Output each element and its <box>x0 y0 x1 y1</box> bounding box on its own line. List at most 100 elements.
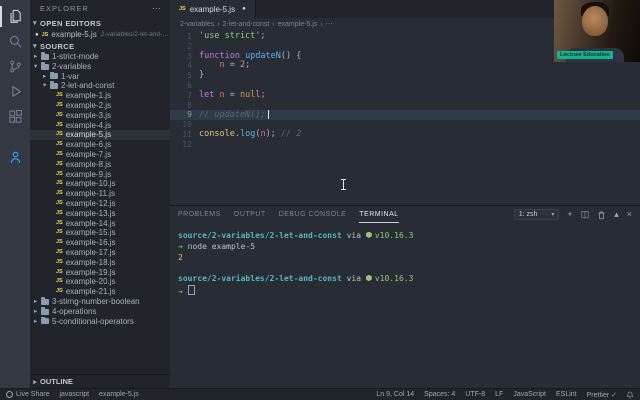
new-terminal-icon[interactable]: + <box>567 210 572 219</box>
kill-terminal-icon[interactable] <box>597 210 606 220</box>
tree-item-1-var[interactable]: ▸ 1-var <box>30 71 170 82</box>
line-number: 2 <box>187 41 192 51</box>
status-item-ln-9-col-14[interactable]: Ln 9, Col 14 <box>376 391 414 398</box>
tree-item-example-6-js[interactable]: JS example-6.js <box>30 140 170 150</box>
search-icon[interactable] <box>0 29 30 54</box>
code-token: ; <box>260 89 266 100</box>
extensions-icon[interactable] <box>0 104 30 129</box>
line-number: 8 <box>187 100 192 110</box>
status-item-live-share[interactable]: Live Share <box>6 391 49 398</box>
panel-tab-output[interactable]: OUTPUT <box>234 206 266 223</box>
close-panel-icon[interactable]: × <box>627 210 632 219</box>
tree-item-example-17-js[interactable]: JS example-17.js <box>30 248 170 258</box>
tab-example-5-js[interactable]: JS example-5.js ● <box>170 0 256 18</box>
tree-item-example-11-js[interactable]: JS example-11.js <box>30 189 170 199</box>
folder-icon <box>41 306 49 315</box>
status-item-javascript[interactable]: javascript <box>59 391 89 398</box>
status-item-prettier[interactable]: Prettier ✓ <box>587 391 617 399</box>
open-editor-filename: example-5.js <box>51 30 97 39</box>
terminal-token: v10.16.3 <box>365 274 413 283</box>
code-line[interactable]: 7 let n = null; <box>170 89 640 101</box>
js-file-icon: JS <box>56 92 63 99</box>
status-item-eslint[interactable]: ESLint <box>556 391 577 398</box>
code-line[interactable]: 5} <box>170 70 640 81</box>
breadcrumb-item-2-let-and-const[interactable]: 2-let-and-const <box>223 21 270 28</box>
more-actions-icon[interactable]: ⋯ <box>152 0 162 17</box>
panel-tab-terminal[interactable]: TERMINAL <box>359 206 399 223</box>
terminal-output[interactable]: source/2-variables/2-let-and-const via v… <box>170 223 640 388</box>
terminal-shell-select[interactable]: 1: zsh ▾ <box>513 209 560 220</box>
code-line[interactable]: 8 <box>170 101 640 111</box>
tree-item-example-20-js[interactable]: JS example-20.js <box>30 277 170 287</box>
run-and-debug-icon[interactable] <box>0 79 30 104</box>
tree-item-example-15-js[interactable]: JS example-15.js <box>30 228 170 238</box>
maximize-panel-icon[interactable]: ▴ <box>614 210 619 219</box>
tree-item-1-strict-mode[interactable]: ▸ 1-strict-mode <box>30 52 170 62</box>
breadcrumb-item-example-5-js[interactable]: example-5.js <box>278 21 318 28</box>
tree-item-example-13-js[interactable]: JS example-13.js <box>30 209 170 219</box>
js-file-icon: JS <box>56 180 63 187</box>
tree-item-example-18-js[interactable]: JS example-18.js <box>30 258 170 268</box>
panel-tab-problems[interactable]: PROBLEMS <box>178 206 221 223</box>
live-share-icon[interactable] <box>0 145 30 170</box>
status-item-label: ESLint <box>556 391 577 398</box>
js-file-icon: JS <box>179 6 186 12</box>
tree-item-example-9-js[interactable]: JS example-9.js <box>30 170 170 180</box>
tree-item-2-let-and-const[interactable]: ▾ 2-let-and-const <box>30 81 170 91</box>
status-item-javascript[interactable]: JavaScript <box>513 391 546 398</box>
folder-icon <box>41 296 49 305</box>
outline-section-header[interactable]: ▸ OUTLINE <box>30 374 170 388</box>
sidebar-title: EXPLORER <box>40 4 89 13</box>
tree-item-2-variables[interactable]: ▾ 2-variables <box>30 61 170 72</box>
status-item-example-5-js[interactable]: example-5.js <box>99 391 139 398</box>
tree-item-example-8-js[interactable]: JS example-8.js <box>30 160 170 170</box>
source-section-header[interactable]: ▾ SOURCE <box>30 40 170 52</box>
tree-item-5-conditional-operators[interactable]: ▸ 5-conditional-operators <box>30 316 170 327</box>
files-icon[interactable] <box>0 4 30 29</box>
tree-item-example-19-js[interactable]: JS example-19.js <box>30 268 170 278</box>
notifications-bell-icon[interactable] <box>626 391 634 399</box>
tree-item-example-14-js[interactable]: JS example-14.js <box>30 219 170 229</box>
tree-item-example-2-js[interactable]: JS example-2.js <box>30 101 170 111</box>
tree-item-example-10-js[interactable]: JS example-10.js <box>30 179 170 189</box>
tree-item-example-1-js[interactable]: JS example-1.js <box>30 91 170 101</box>
open-editors-header[interactable]: ▾ OPEN EDITORS <box>30 17 170 29</box>
breadcrumb-separator-icon: › <box>272 20 275 28</box>
tree-item-example-7-js[interactable]: JS example-7.js <box>30 150 170 160</box>
code-token: } <box>199 70 205 81</box>
line-number: 4 <box>187 61 192 71</box>
code-line[interactable]: 11 console.log(n); // 2 <box>170 129 640 140</box>
tree-item-3-stirng-number-boolean[interactable]: ▸ 3-stirng-number-boolean <box>30 296 170 307</box>
js-file-icon: JS <box>56 150 63 157</box>
js-file-icon: JS <box>56 219 63 226</box>
tree-item-example-3-js[interactable]: JS example-3.js <box>30 111 170 121</box>
activity-bar <box>0 0 30 388</box>
source-control-icon[interactable] <box>0 54 30 79</box>
code-line[interactable]: 12 <box>170 140 640 150</box>
open-editor-path: 2-variables/2-let-and-const <box>100 31 170 38</box>
modified-dot-icon[interactable]: ● <box>242 6 246 12</box>
code-line[interactable]: 9 // updateN(); <box>170 110 640 120</box>
tree-item-example-12-js[interactable]: JS example-12.js <box>30 199 170 209</box>
code-text: n = 2; <box>199 60 250 71</box>
tree-item-example-5-js[interactable]: JS example-5.js <box>30 130 170 141</box>
tree-item-label: example-8.js <box>65 159 112 169</box>
tree-item-label: 1-var <box>61 71 80 81</box>
tree-item-example-16-js[interactable]: JS example-16.js <box>30 238 170 248</box>
js-file-icon: JS <box>56 239 63 246</box>
split-terminal-icon[interactable]: ◫ <box>581 210 590 219</box>
breadcrumb-item-[interactable]: ⋯ <box>326 20 333 28</box>
js-file-icon: JS <box>56 199 63 206</box>
breadcrumb-item-2-variables[interactable]: 2-variables <box>180 21 214 28</box>
code-line[interactable]: 4 n = 2; <box>170 60 640 71</box>
tree-item-4-operations[interactable]: ▸ 4-operations <box>30 306 170 317</box>
status-item-utf-8[interactable]: UTF-8 <box>465 391 485 398</box>
status-item-lf[interactable]: LF <box>495 391 503 398</box>
tree-item-example-21-js[interactable]: JS example-21.js <box>30 287 170 297</box>
open-editor-item[interactable]: ● JS example-5.js 2-variables/2-let-and-… <box>30 29 170 40</box>
panel-tab-debug-console[interactable]: DEBUG CONSOLE <box>279 206 347 223</box>
tree-item-example-4-js[interactable]: JS example-4.js <box>30 121 170 131</box>
status-item-spaces-4[interactable]: Spaces: 4 <box>424 391 455 398</box>
chevron-down-icon: ▾ <box>551 212 555 218</box>
js-file-icon: JS <box>56 278 63 285</box>
